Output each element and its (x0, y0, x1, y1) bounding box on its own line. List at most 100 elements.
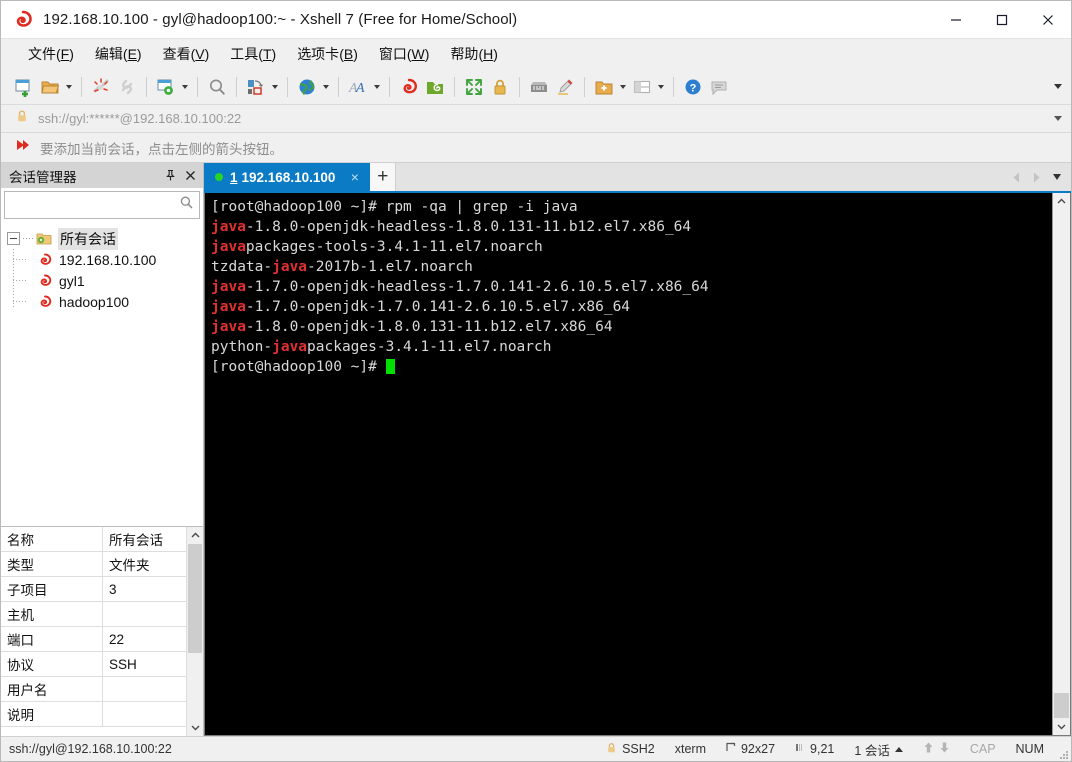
add-folder-icon[interactable] (591, 74, 617, 100)
add-folder-caret-icon[interactable] (617, 74, 629, 100)
chevron-down-icon[interactable] (1051, 112, 1065, 126)
tab-list-chevron-down-icon[interactable] (1047, 166, 1067, 188)
terminal-match-text: java (211, 239, 246, 255)
scrollbar-thumb[interactable] (188, 544, 202, 653)
new-tab-button[interactable]: + (370, 163, 397, 191)
table-row[interactable]: 子项目 3 (1, 577, 186, 602)
table-row[interactable]: 协议 SSH (1, 652, 186, 677)
transfer-file-icon[interactable] (243, 74, 269, 100)
terminal-match-text: java (211, 279, 246, 295)
session-properties-icon[interactable] (153, 74, 179, 100)
highlight-icon[interactable] (552, 74, 578, 100)
terminal-text: -1.8.0-openjdk-headless-1.8.0.131-11.b12… (245, 219, 692, 235)
toolbar-separator (81, 76, 82, 97)
terminal-screen[interactable]: [root@hadoop100 ~]# rpm -qa | grep -i ja… (205, 193, 1052, 735)
layout-icon[interactable] (629, 74, 655, 100)
xftp-icon[interactable] (422, 74, 448, 100)
status-right-group: SSH2 xterm 92x27 9,21 1 会话 CAP NUM (596, 737, 1071, 761)
terminal-wrapper: [root@hadoop100 ~]# rpm -qa | grep -i ja… (204, 193, 1071, 736)
transfer-file-caret-icon[interactable] (269, 74, 281, 100)
menu-view-accel: V (195, 45, 205, 62)
tab-192-168-10-100[interactable]: 1 192.168.10.100 × (204, 163, 371, 191)
chat-icon[interactable] (706, 74, 732, 100)
keyboard-icon[interactable] (526, 74, 552, 100)
tree-collapse-icon[interactable] (7, 232, 20, 245)
font-size-icon[interactable]: A A (345, 74, 371, 100)
caret-up-icon[interactable] (894, 746, 903, 752)
layout-caret-icon[interactable] (655, 74, 667, 100)
session-search-box[interactable] (4, 191, 200, 219)
session-icon (37, 294, 54, 310)
font-size-caret-icon[interactable] (371, 74, 383, 100)
tree-node-session-1[interactable]: 192.168.10.100 (1, 249, 203, 270)
address-bar[interactable]: ssh://gyl:******@192.168.10.100:22 (1, 105, 1071, 133)
tree-node-session-2[interactable]: gyl1 (1, 270, 203, 291)
close-icon[interactable] (182, 167, 199, 184)
menu-edit[interactable]: 编辑(E) (86, 40, 151, 68)
status-cursor-position[interactable]: 9,21 (785, 737, 844, 761)
scroll-up-icon[interactable] (1053, 193, 1070, 210)
menu-tabs[interactable]: 选项卡(B) (288, 40, 367, 68)
status-protocol[interactable]: SSH2 (596, 737, 665, 761)
resize-grip-icon[interactable] (1054, 745, 1068, 759)
lock-icon[interactable] (487, 74, 513, 100)
tab-status-connected-icon (215, 173, 223, 181)
status-terminal-type[interactable]: xterm (665, 737, 716, 761)
scroll-down-icon[interactable] (1053, 718, 1070, 735)
search-icon[interactable] (179, 195, 194, 215)
reconnect-icon[interactable] (114, 74, 140, 100)
new-session-icon[interactable] (11, 74, 37, 100)
table-row[interactable]: 用户名 (1, 677, 186, 702)
search-input[interactable] (10, 197, 179, 213)
scrollbar-thumb[interactable] (1054, 692, 1069, 718)
help-icon[interactable]: ? (680, 74, 706, 100)
terminal-cursor (385, 359, 395, 374)
menu-view[interactable]: 查看(V) (154, 40, 219, 68)
chevron-left-icon[interactable] (1007, 166, 1025, 188)
open-session-icon[interactable] (37, 74, 63, 100)
table-row[interactable]: 类型 文件夹 (1, 552, 186, 577)
xshell-icon[interactable] (396, 74, 422, 100)
scroll-up-icon[interactable] (187, 527, 203, 544)
close-button[interactable] (1025, 1, 1071, 38)
session-properties-caret-icon[interactable] (179, 74, 191, 100)
status-session-count[interactable]: 1 会话 (844, 737, 912, 761)
open-session-caret-icon[interactable] (63, 74, 75, 100)
table-row[interactable]: 端口 22 (1, 627, 186, 652)
session-manager-panel: 会话管理器 所有会话 192.168.10.100 gyl1 hadoop100… (1, 163, 204, 736)
table-row[interactable]: 主机 (1, 602, 186, 627)
globe-encoding-caret-icon[interactable] (320, 74, 332, 100)
menu-tools[interactable]: 工具(T) (221, 40, 285, 68)
chevron-right-icon[interactable] (1027, 166, 1045, 188)
scrollbar-track[interactable] (187, 544, 203, 719)
maximize-button[interactable] (979, 1, 1025, 38)
scrollbar-track[interactable] (1053, 210, 1070, 718)
scroll-down-icon[interactable] (187, 719, 203, 736)
tab-bar: 1 192.168.10.100 × + (204, 163, 1071, 193)
globe-encoding-icon[interactable] (294, 74, 320, 100)
terminal-text: [root@hadoop100 ~]# rpm -qa | grep -i ja… (211, 199, 578, 215)
pin-icon[interactable] (162, 167, 179, 184)
properties-scrollbar[interactable] (186, 527, 203, 736)
table-row[interactable]: 名称 所有会话 (1, 527, 186, 552)
tab-label: 192.168.10.100 (241, 169, 336, 185)
disconnect-icon[interactable] (88, 74, 114, 100)
session-icon (37, 273, 54, 289)
menu-help[interactable]: 帮助(H) (441, 40, 506, 68)
tree-guide-dash (23, 238, 34, 239)
menu-window[interactable]: 窗口(W) (370, 40, 439, 68)
tree-node-all-sessions[interactable]: 所有会话 (1, 227, 203, 250)
tab-close-icon[interactable]: × (347, 170, 362, 185)
menu-file[interactable]: 文件(F) (19, 40, 83, 68)
tree-node-session-3[interactable]: hadoop100 (1, 291, 203, 312)
session-properties-panel: 名称 所有会话 类型 文件夹 子项目 3 主机 端口 22 协议 SSH 用户名… (1, 526, 203, 736)
title-bar: 192.168.10.100 - gyl@hadoop100:~ - Xshel… (1, 1, 1071, 39)
toolbar-overflow-icon[interactable] (1051, 80, 1065, 94)
minimize-button[interactable] (933, 1, 979, 38)
table-row[interactable]: 说明 (1, 702, 186, 727)
status-terminal-size[interactable]: 92x27 (716, 737, 785, 761)
fullscreen-icon[interactable] (461, 74, 487, 100)
tree-guide-dash (13, 280, 27, 281)
terminal-scrollbar[interactable] (1052, 193, 1070, 735)
find-icon[interactable] (204, 74, 230, 100)
